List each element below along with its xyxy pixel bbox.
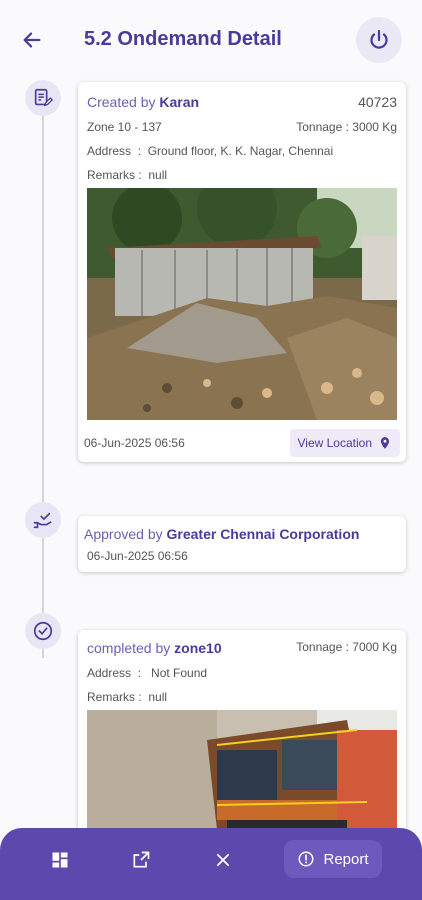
screen: 5.2 Ondemand Detail Created by Karan 407… [0, 0, 422, 900]
created-card: Created by Karan 40723 Zone 10 - 137 Ton… [78, 82, 406, 462]
back-button[interactable] [16, 24, 48, 56]
page-title: 5.2 Ondemand Detail [84, 28, 282, 50]
completed-address: Address : Not Found [87, 666, 208, 680]
completed-by-row: completed by zone10 [87, 640, 222, 656]
created-datetime: 06-Jun-2025 06:56 [84, 436, 185, 450]
open-external-icon [133, 851, 150, 868]
approved-by-row: Approved by Greater Chennai Corporation [84, 526, 359, 542]
address-text: Address : Ground floor, K. K. Nagar, Che… [87, 144, 334, 158]
back-arrow-icon [23, 32, 41, 48]
check-circle-icon [33, 621, 53, 641]
completed-tonnage: Tonnage : 7000 Kg [296, 640, 397, 654]
created-by-name: Karan [159, 94, 200, 110]
timeline-completed-marker [25, 613, 61, 649]
report-label: Report [323, 850, 369, 868]
completed-remarks: Remarks : null [87, 690, 168, 704]
approved-by-label: Approved by [84, 526, 163, 542]
close-icon [216, 853, 230, 867]
completed-by-label: completed by [87, 640, 171, 656]
tonnage-text: Tonnage : 3000 Kg [296, 120, 397, 134]
request-id: 40723 [358, 94, 397, 110]
logout-button[interactable] [356, 17, 402, 63]
created-by-row: Created by Karan [87, 94, 199, 110]
view-location-button[interactable]: View Location [289, 429, 400, 457]
timeline-approved-marker [25, 502, 61, 538]
completed-by-name: zone10 [174, 640, 222, 656]
bottom-bar: Report [0, 828, 422, 900]
approved-card: Approved by Greater Chennai Corporation … [78, 516, 406, 572]
approved-by-name: Greater Chennai Corporation [166, 526, 360, 542]
zone-text: Zone 10 - 137 [87, 120, 162, 134]
remarks-text: Remarks : null [87, 168, 168, 182]
close-button[interactable] [203, 842, 243, 878]
report-button[interactable]: Report [284, 840, 382, 878]
power-icon [370, 29, 388, 49]
open-external-button[interactable] [121, 842, 161, 878]
timeline-line [42, 98, 44, 658]
document-edit-icon [34, 88, 54, 107]
hand-check-icon [33, 512, 52, 529]
approved-datetime: 06-Jun-2025 06:56 [87, 549, 188, 563]
view-location-label: View Location [297, 436, 373, 450]
location-pin-icon [380, 437, 390, 449]
dashboard-icon [52, 852, 68, 868]
dashboard-button[interactable] [40, 842, 80, 878]
timeline-created-marker [25, 80, 61, 116]
alert-circle-icon [298, 851, 314, 867]
header: 5.2 Ondemand Detail [0, 0, 422, 80]
created-by-label: Created by [87, 94, 156, 110]
site-photo[interactable] [87, 188, 397, 420]
